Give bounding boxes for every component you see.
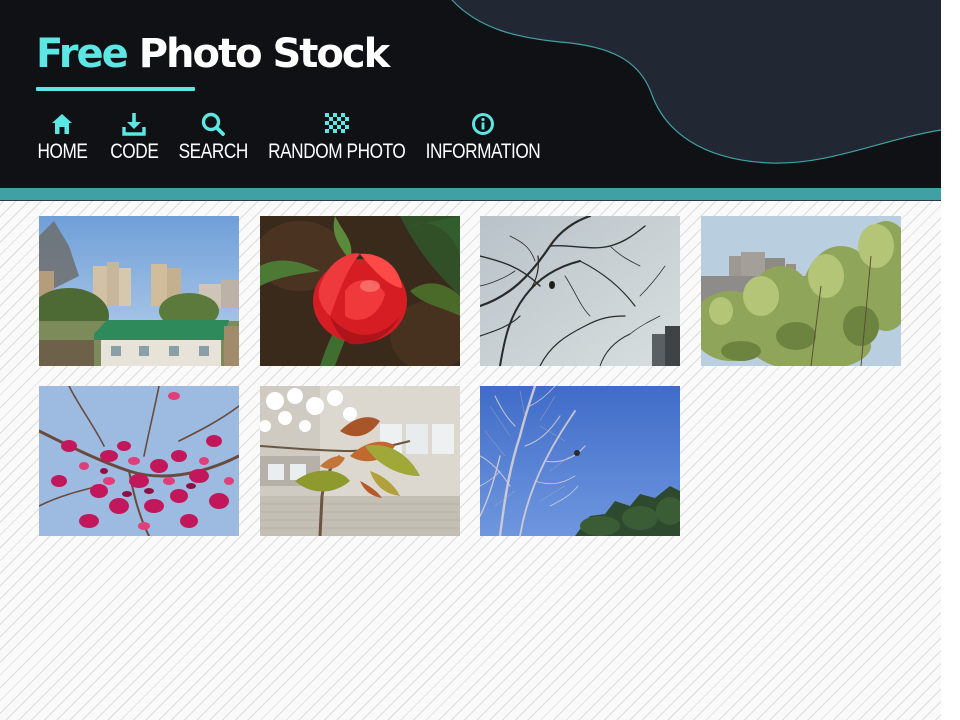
search-icon	[201, 112, 225, 136]
photo-thumbnail[interactable]	[260, 386, 460, 536]
download-icon	[122, 113, 146, 136]
nav-information-label: INFORMATION	[425, 140, 540, 163]
photo-red-tulip	[260, 216, 460, 366]
photo-thumbnail[interactable]	[39, 216, 239, 366]
photo-cherry-leaves	[260, 386, 460, 536]
photo-green-trees	[701, 216, 901, 366]
nav-search[interactable]: SEARCH	[178, 112, 248, 172]
site-title-free: Free	[36, 31, 129, 77]
site-title[interactable]: Free Photo Stock	[36, 28, 391, 80]
site-title-photo-stock: Photo Stock	[138, 31, 391, 77]
nav-code-label: CODE	[109, 140, 159, 163]
title-underline	[36, 87, 195, 91]
photo-city-buildings	[39, 216, 239, 366]
nav-home-label: HOME	[36, 140, 88, 163]
photo-pink-blossom	[39, 386, 239, 536]
nav-home[interactable]: HOME	[36, 112, 88, 172]
nav-information[interactable]: INFORMATION	[424, 112, 541, 172]
photo-thumbnail[interactable]	[480, 386, 680, 536]
info-icon	[471, 113, 494, 135]
nav-random-photo[interactable]: RANDOM PHOTO	[267, 112, 406, 172]
photo-thumbnail[interactable]	[260, 216, 460, 366]
page: Free Photo Stock HOME CODE SEARCH RANDOM…	[0, 0, 941, 720]
site-header: Free Photo Stock HOME CODE SEARCH RANDOM…	[0, 0, 941, 188]
header-accent-bar	[0, 188, 941, 201]
nav-code[interactable]: CODE	[110, 112, 158, 172]
photo-bare-tree-blue-sky	[480, 386, 680, 536]
window-edge	[941, 0, 960, 720]
random-icon	[324, 113, 349, 133]
nav-search-label: SEARCH	[178, 140, 248, 163]
photo-thumbnail[interactable]	[480, 216, 680, 366]
home-icon	[52, 114, 72, 134]
photo-thumbnail[interactable]	[39, 386, 239, 536]
photo-bare-branches	[480, 216, 680, 366]
photo-thumbnail[interactable]	[701, 216, 901, 366]
nav-random-photo-label: RANDOM PHOTO	[267, 140, 406, 163]
